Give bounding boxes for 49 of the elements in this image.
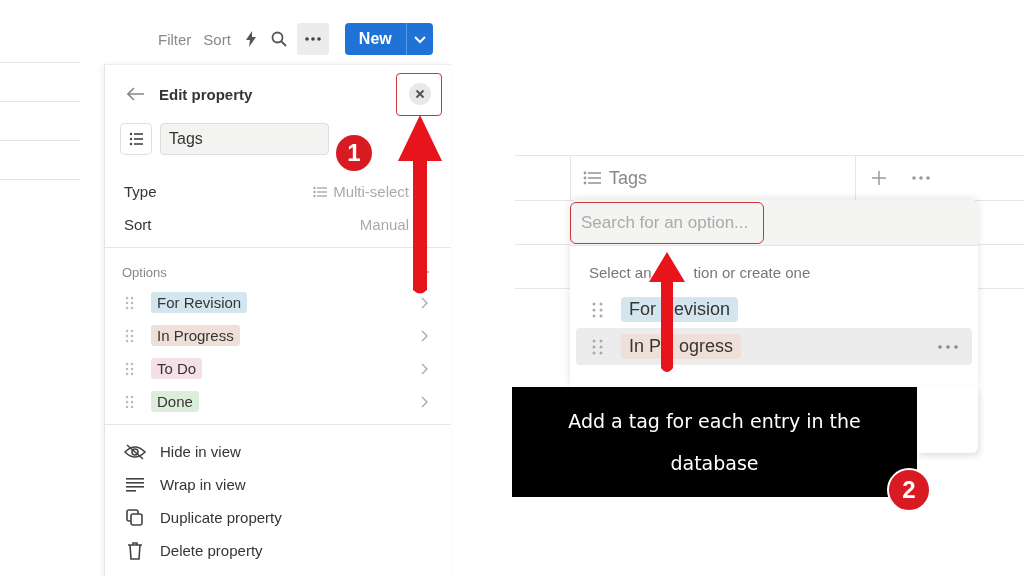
- option-tag[interactable]: In P ogress: [621, 334, 742, 359]
- chevron-icon[interactable]: [421, 362, 429, 375]
- caption-text: Add a tag for each entry in the database: [567, 409, 862, 476]
- more-icon[interactable]: [912, 176, 930, 180]
- search-field[interactable]: Search for an option...: [570, 201, 764, 244]
- option-row[interactable]: In P ogress: [576, 328, 972, 365]
- option-tag[interactable]: Done: [151, 391, 199, 412]
- sort-button[interactable]: Sort: [203, 30, 231, 48]
- list-icon-button[interactable]: [120, 123, 152, 155]
- panel-title: Edit property: [159, 85, 254, 103]
- more-button[interactable]: [296, 23, 329, 55]
- search-icon[interactable]: [270, 31, 287, 47]
- lightning-icon[interactable]: [244, 31, 257, 47]
- drag-handle-icon[interactable]: [125, 394, 134, 409]
- name-input-field[interactable]: Tags: [160, 123, 329, 155]
- drag-handle-icon[interactable]: [125, 295, 134, 310]
- options-label: Options: [122, 264, 167, 280]
- list-icon: [583, 171, 601, 185]
- chevron-icon[interactable]: [421, 395, 429, 408]
- copy-icon: [124, 508, 146, 527]
- drag-handle-icon[interactable]: [592, 338, 603, 355]
- chevron-icon[interactable]: [421, 296, 429, 309]
- filter-button[interactable]: Filter: [158, 30, 192, 48]
- drag-handle-icon[interactable]: [592, 301, 603, 318]
- drag-handle-icon[interactable]: [125, 328, 134, 343]
- menu-item[interactable]: Delete property: [105, 534, 451, 567]
- list-icon: [313, 185, 328, 198]
- option-tag[interactable]: In Progress: [151, 325, 240, 346]
- menu-item[interactable]: Duplicate property: [105, 501, 451, 534]
- type-label: Type: [124, 183, 157, 200]
- menu-item[interactable]: Wrap in view: [105, 468, 451, 501]
- dropdown-hint: Select an: [589, 264, 652, 281]
- plus-icon[interactable]: [872, 171, 886, 185]
- caret-icon[interactable]: [406, 23, 433, 55]
- close-button[interactable]: [409, 83, 431, 105]
- dropdown-hint: tion or create one: [693, 264, 811, 281]
- eye-off-icon: [124, 443, 146, 460]
- highlight-frame: [396, 73, 442, 116]
- new-button[interactable]: New: [344, 23, 407, 55]
- lines-icon: [124, 476, 146, 493]
- back-arrow-icon[interactable]: [127, 87, 145, 101]
- more-icon[interactable]: [938, 344, 958, 349]
- step-badge: 2: [887, 468, 931, 512]
- sort-label: Sort: [124, 216, 152, 233]
- drag-handle-icon[interactable]: [125, 361, 134, 376]
- option-tag[interactable]: To Do: [151, 358, 203, 379]
- option-tag[interactable]: For Revision: [151, 292, 248, 313]
- chevron-icon[interactable]: [421, 329, 429, 342]
- menu-item[interactable]: Hide in view: [105, 435, 451, 468]
